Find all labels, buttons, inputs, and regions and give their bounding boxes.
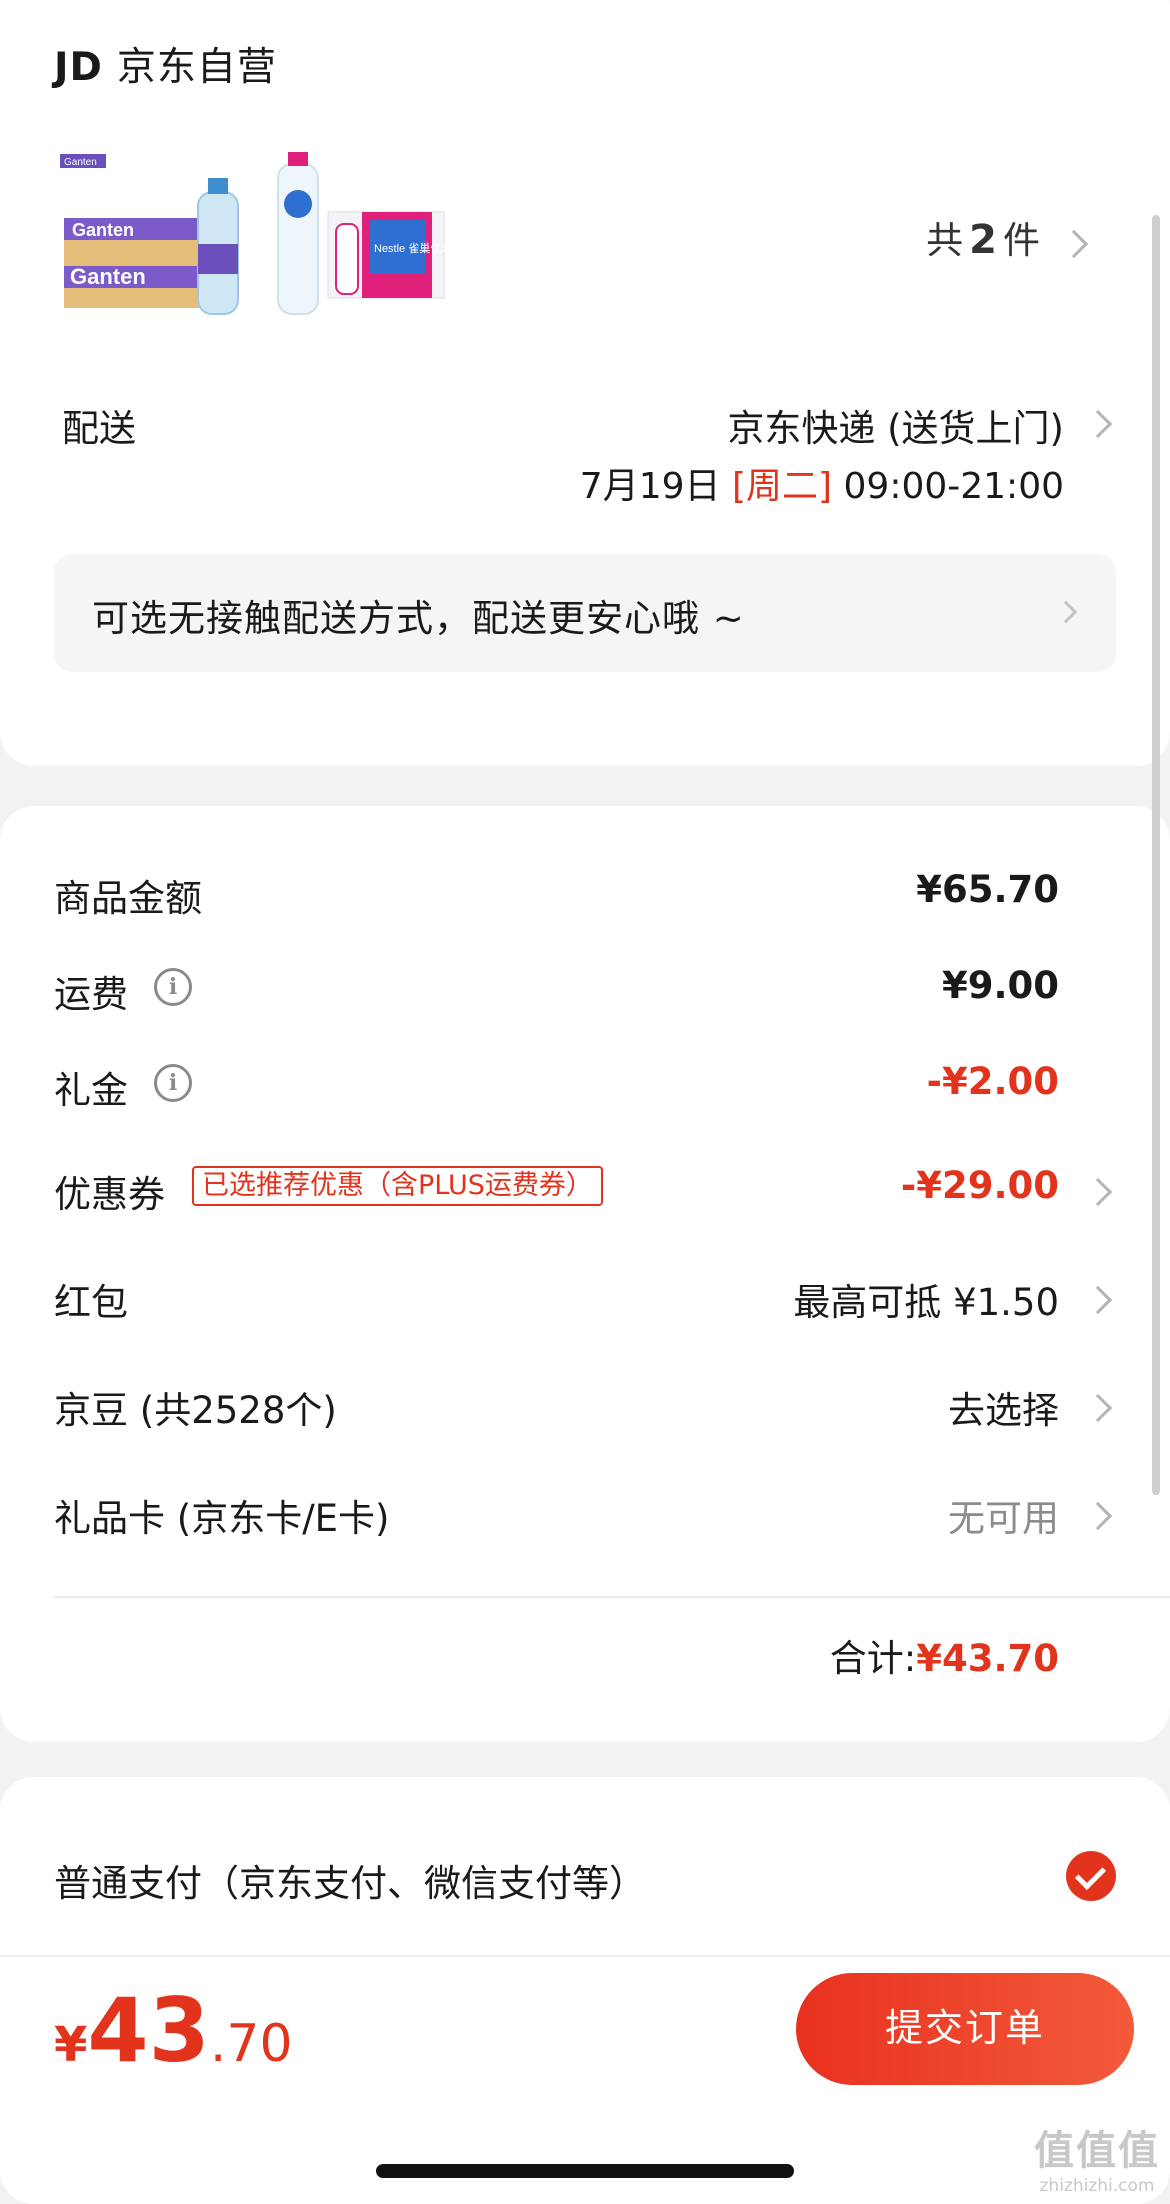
contactless-delivery-notice[interactable]: 可选无接触配送方式，配送更安心哦 ~ — [54, 554, 1116, 672]
shipping-value: ¥9.00 — [941, 964, 1059, 1007]
coupon-label: 优惠券 — [54, 1173, 165, 1216]
jd-beans-value[interactable]: 去选择 — [948, 1380, 1059, 1434]
scrollbar[interactable] — [1152, 215, 1160, 1495]
coupon-value[interactable]: -¥29.00 — [901, 1164, 1059, 1207]
item-count-suffix: 件 — [1003, 219, 1040, 262]
goods-amount-value: ¥65.70 — [916, 868, 1059, 911]
delivery-label: 配送 — [62, 407, 136, 450]
watermark-mark: 值值值 — [1034, 2128, 1160, 2174]
jd-logo: JD — [54, 45, 103, 90]
item-count-prefix: 共 — [926, 219, 964, 262]
total-value: ¥43.70 — [916, 1637, 1059, 1680]
ganten-product-picture: Ganten Ganten Ganten — [60, 154, 239, 315]
chevron-right-icon[interactable] — [1083, 1393, 1113, 1423]
contactless-notice-text: 可选无接触配送方式，配送更安心哦 ~ — [92, 597, 745, 640]
chevron-right-icon[interactable] — [1083, 1177, 1113, 1207]
bottom-checkout-bar: ¥43.70 提交订单 — [0, 1955, 1170, 2105]
delivery-method[interactable]: 京东快递 (送货上门) — [727, 398, 1064, 452]
coupon-badge: 已选推荐优惠（含PLUS运费券） — [192, 1166, 603, 1206]
delivery-date: 7月19日 — [579, 466, 721, 507]
divider — [54, 1596, 1170, 1598]
ganten-mini-logo: Ganten — [64, 157, 97, 168]
shop-card: JD 京东自营 Ganten Ganten Ganten Nestle 雀巢优活 — [0, 0, 1170, 766]
chevron-right-icon[interactable] — [1083, 409, 1113, 439]
submit-order-button[interactable]: 提交订单 — [796, 1973, 1134, 2085]
shipping-label: 运费 — [54, 973, 128, 1016]
price-currency: ¥ — [54, 2017, 88, 2073]
total-label: 合计: — [829, 1637, 917, 1680]
ganten-box-logo: Ganten — [70, 264, 146, 289]
watermark: 值值值 zhizhizhi.com — [1034, 2118, 1160, 2196]
check-circle-icon[interactable] — [1066, 1851, 1116, 1901]
delivery-weekday: [周二] — [731, 466, 833, 507]
delivery-timeslot: 09:00-21:00 — [843, 466, 1064, 507]
shop-name: 京东自营 — [116, 45, 277, 90]
gift-money-value: -¥2.00 — [926, 1060, 1059, 1103]
watermark-url: zhizhizhi.com — [1039, 2176, 1155, 2196]
amounts-card: 商品金额 ¥65.70 运费 i ¥9.00 礼金 i -¥2.00 优惠券 已… — [0, 806, 1170, 1742]
ganten-box-logo-top: Ganten — [72, 220, 134, 240]
goods-amount-label: 商品金额 — [54, 877, 202, 920]
info-icon[interactable]: i — [154, 1064, 192, 1102]
gift-card-label: 礼品卡 (京东卡/E卡) — [54, 1497, 390, 1540]
jd-beans-label: 京豆 (共2528个) — [54, 1389, 337, 1432]
chevron-right-icon[interactable] — [1059, 229, 1089, 259]
red-packet-value[interactable]: 最高可抵 ¥1.50 — [793, 1272, 1059, 1326]
price-decimal: .70 — [209, 2014, 293, 2074]
nestle-box-logo: Nestle 雀巢优活 — [374, 242, 452, 255]
red-packet-label: 红包 — [54, 1281, 128, 1324]
item-count[interactable]: 共2件 — [926, 210, 1040, 264]
nestle-water-pack-image[interactable]: Nestle 雀巢优活 — [270, 148, 460, 318]
info-icon[interactable]: i — [154, 968, 192, 1006]
chevron-right-icon[interactable] — [1083, 1501, 1113, 1531]
payable-price: ¥43.70 — [54, 1979, 293, 2082]
chevron-right-icon — [1054, 600, 1078, 624]
payment-option-label[interactable]: 普通支付（京东支付、微信支付等） — [54, 1853, 646, 1907]
home-indicator[interactable] — [376, 2164, 794, 2178]
item-count-number: 2 — [969, 217, 997, 263]
gift-card-value[interactable]: 无可用 — [948, 1488, 1059, 1542]
delivery-time[interactable]: 7月19日 [周二] 09:00-21:00 — [580, 457, 1064, 509]
price-integer: 43 — [87, 1979, 210, 2082]
total-row: 合计:¥43.70 — [830, 1628, 1059, 1682]
chevron-right-icon[interactable] — [1083, 1285, 1113, 1315]
shop-title[interactable]: JD 京东自营 — [54, 36, 277, 92]
gift-money-label: 礼金 — [54, 1069, 128, 1112]
ganten-water-pack-image[interactable]: Ganten Ganten Ganten — [58, 148, 248, 318]
nestle-product-picture: Nestle 雀巢优活 — [277, 152, 452, 315]
